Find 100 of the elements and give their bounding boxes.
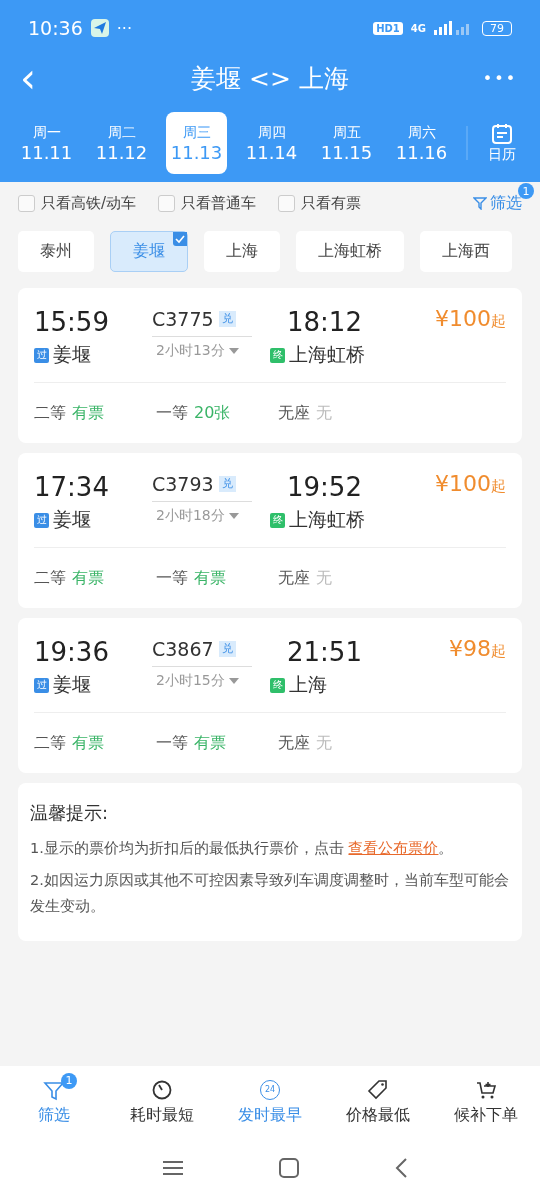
network-label: 4G (410, 22, 426, 34)
date-tab[interactable]: 周六 11.16 (391, 112, 452, 174)
seat-class: 无座 (278, 402, 310, 424)
menu-icon[interactable] (163, 1160, 183, 1176)
train-card[interactable]: 17:34 过 姜堰 C3793 兑 2小时18分 19:52 终 上海虹桥 ¥100起 二等 有票 一等 有票 无座 无 (18, 453, 522, 608)
back-icon[interactable] (395, 1158, 407, 1178)
date-tab[interactable]: 周一 11.11 (16, 112, 77, 174)
seat-class: 无座 (278, 567, 310, 589)
tips-title: 温馨提示: (30, 801, 110, 825)
battery-indicator: 79 (482, 20, 512, 36)
back-button[interactable]: ‹ (20, 58, 60, 98)
price: ¥100 (435, 306, 491, 331)
train-number: C3775 (152, 307, 214, 332)
train-card[interactable]: 19:36 过 姜堰 C3867 兑 2小时15分 21:51 终 上海 ¥98起 二等 有票 一等 有票 无座 无 (18, 618, 522, 773)
seat-availability: 有票 (72, 567, 104, 589)
seat-availability: 无 (316, 567, 332, 589)
price-suffix: 起 (491, 642, 506, 660)
arrival-station: 上海 (289, 672, 327, 697)
arrival-time: 18:12 (286, 306, 363, 338)
exchange-tag: 兑 (218, 311, 236, 327)
check-icon (173, 232, 187, 246)
checkbox[interactable] (18, 194, 35, 212)
tip-text: 2.如因运力原因或其他不可控因素导致列车调度调整时，当前车型可能会发生变动。 (30, 871, 510, 916)
date-tab[interactable]: 周五 11.15 (316, 112, 377, 174)
filter-label[interactable]: 只看有票 (301, 193, 362, 213)
seat-class: 二等 (34, 402, 66, 424)
price-suffix: 起 (491, 477, 506, 495)
price-suffix: 起 (491, 312, 506, 330)
departure-station: 姜堰 (53, 672, 91, 697)
price-tag-icon (366, 1077, 390, 1102)
filter-label[interactable]: 只看高铁/动车 (41, 193, 137, 213)
sort-tab[interactable]: 候补下单 (432, 1076, 540, 1126)
arrival-station: 上海虹桥 (289, 342, 365, 367)
station-chip[interactable]: 姜堰 (110, 231, 188, 272)
caret-icon (228, 348, 239, 354)
arrival-time: 19:52 (286, 471, 363, 503)
checkbox[interactable] (278, 194, 296, 212)
train-number: C3793 (152, 472, 214, 497)
caret-icon (228, 678, 239, 684)
station-chip[interactable]: 上海虹桥 (296, 231, 404, 272)
status-time: 10:36 (28, 17, 83, 39)
route-title: 姜堰 <> 上海 (190, 62, 350, 95)
calendar-icon (490, 122, 514, 146)
departure-time: 17:34 (34, 471, 110, 503)
departure-station: 姜堰 (53, 342, 91, 367)
duration: 2小时18分 (156, 507, 225, 525)
station-tag: 终 (270, 512, 285, 528)
funnel-icon (473, 196, 487, 210)
date-tab[interactable]: 周三 11.13 (166, 112, 227, 174)
more-button[interactable]: ••• (480, 68, 520, 88)
sort-tab[interactable]: 耗时最短 (108, 1076, 216, 1126)
seat-class: 二等 (34, 732, 66, 754)
arrival-time: 21:51 (286, 636, 363, 668)
station-chip[interactable]: 上海西 (420, 231, 512, 272)
station-tag: 过 (34, 512, 49, 528)
train-number: C3867 (152, 637, 214, 662)
seat-availability: 无 (316, 732, 332, 754)
station-tag: 终 (270, 677, 285, 693)
checkbox[interactable] (158, 194, 176, 212)
exchange-tag: 兑 (218, 641, 236, 657)
seat-availability: 有票 (72, 732, 104, 754)
count-badge: 1 (61, 1072, 77, 1089)
departure-time: 19:36 (34, 636, 110, 668)
price: ¥98 (449, 636, 491, 661)
seat-availability: 20张 (194, 402, 231, 424)
station-chip[interactable]: 泰州 (18, 231, 94, 272)
train-card[interactable]: 15:59 过 姜堰 C3775 兑 2小时13分 18:12 终 上海虹桥 ¥100起 二等 有票 一等 20张 无座 无 (18, 288, 522, 443)
duration: 2小时15分 (156, 672, 225, 690)
date-tab[interactable]: 周四 11.14 (241, 112, 302, 174)
timer-icon (151, 1078, 173, 1101)
seat-availability: 有票 (194, 567, 226, 589)
calendar-button[interactable]: 日历 (482, 122, 522, 164)
seat-availability: 无 (316, 402, 332, 424)
home-icon[interactable] (279, 1158, 299, 1178)
seat-class: 一等 (156, 732, 188, 754)
duration: 2小时13分 (156, 342, 225, 360)
station-tag: 终 (270, 347, 285, 363)
arrival-station: 上海虹桥 (289, 507, 365, 532)
tip-text: 1.显示的票价均为折扣后的最低执行票价，点击 查看公布票价。 (30, 839, 455, 858)
sort-tab[interactable]: 价格最低 (324, 1076, 432, 1126)
seat-class: 一等 (156, 402, 188, 424)
price: ¥100 (435, 471, 491, 496)
station-tag: 过 (34, 347, 49, 363)
seat-availability: 有票 (72, 402, 104, 424)
exchange-tag: 兑 (218, 476, 236, 492)
price-link[interactable]: 查看公布票价 (348, 840, 439, 856)
seat-class: 二等 (34, 567, 66, 589)
sort-tab[interactable]: 24 发时最早 (216, 1076, 324, 1126)
hd-badge: HD1 (373, 21, 403, 35)
caret-icon (228, 513, 239, 519)
seat-class: 一等 (156, 567, 188, 589)
filter-label[interactable]: 只看普通车 (181, 193, 257, 213)
date-tab[interactable]: 周二 11.12 (91, 112, 152, 174)
seat-availability: 有票 (194, 732, 226, 754)
station-tag: 过 (34, 677, 49, 693)
seat-class: 无座 (278, 732, 310, 754)
departure-station: 姜堰 (53, 507, 91, 532)
paper-plane-icon (90, 19, 109, 37)
departure-time: 15:59 (34, 306, 110, 338)
station-chip[interactable]: 上海 (204, 231, 280, 272)
